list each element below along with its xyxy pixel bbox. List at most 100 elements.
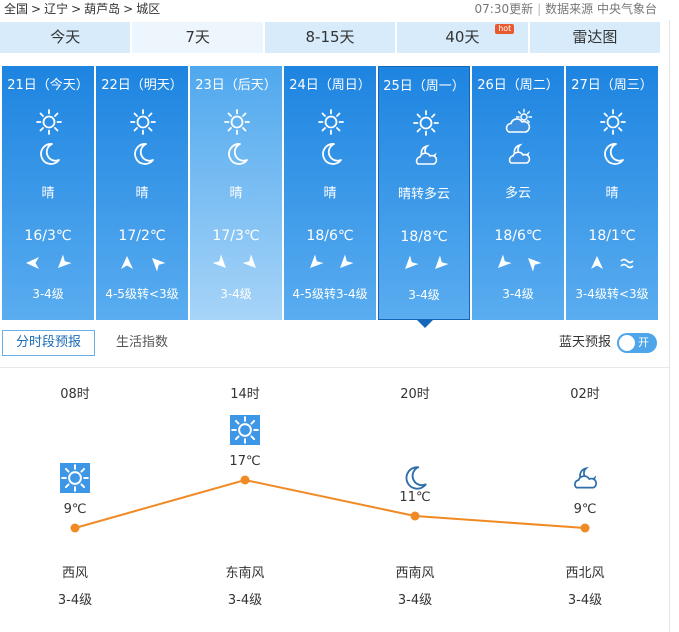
tab-hourly-forecast[interactable]: 分时段预报 [2, 330, 95, 356]
wind-arrow-icon [620, 258, 634, 269]
day-temperature: 17/2℃ [118, 228, 166, 244]
wind-arrow-icon [498, 254, 512, 268]
moon-icon [599, 140, 627, 168]
sub-tabs: 分时段预报 生活指数 蓝天预报 开 [0, 330, 679, 358]
day-wind-level: 3-4级 [408, 288, 440, 302]
day-date: 23日（后天） [195, 78, 277, 93]
day-weather: 晴 [135, 186, 149, 201]
day-temperature: 18/1℃ [588, 228, 636, 244]
hour-temperature: 9℃ [573, 502, 597, 517]
tab-radar[interactable]: 雷达图 [529, 22, 661, 53]
update-info: 07:30更新 | 数据来源 中央气象台 [475, 0, 657, 18]
day-card[interactable]: 23日（后天） 晴 17/3℃ 3-4级 [190, 66, 282, 320]
wind-arrow-icon [340, 254, 354, 268]
day-date: 27日（周三） [571, 78, 653, 93]
breadcrumb-separator: > [123, 2, 134, 16]
wind-direction [190, 254, 282, 276]
day-date: 25日（周一） [383, 79, 465, 94]
hot-badge: hot [495, 24, 515, 34]
wind-arrow-icon [26, 257, 39, 269]
tab-40day-label: 40天 [445, 28, 480, 46]
day-weather: 晴转多云 [397, 187, 450, 202]
day-temperature: 16/3℃ [24, 228, 72, 244]
moon-icon [223, 140, 251, 168]
hour-time: 14时 [230, 387, 260, 402]
day-card[interactable]: 24日（周日） 晴 18/6℃ 4-5级转3-4级 [284, 66, 376, 320]
hour-wind: 东南风 [225, 566, 265, 581]
moon-cloud-icon [505, 140, 533, 168]
breadcrumb-separator: > [31, 2, 42, 16]
temperature-point [240, 475, 250, 485]
wind-direction [566, 254, 658, 276]
hour-wind-level: 3-4级 [57, 593, 93, 608]
sun-icon [60, 463, 90, 493]
day-temperature: 18/6℃ [494, 228, 542, 244]
wind-arrow-icon [435, 255, 449, 269]
day-date: 26日（周二） [477, 78, 559, 93]
hour-wind-level: 3-4级 [567, 593, 603, 608]
sun-icon [230, 415, 260, 445]
tab-life-index[interactable]: 生活指数 [116, 330, 168, 356]
wind-direction [379, 255, 469, 277]
moon-icon [317, 140, 345, 168]
day-card[interactable]: 25日（周一） 晴转多云 18/8℃ 3-4级 [378, 66, 470, 328]
wind-arrow-icon [591, 256, 603, 269]
sun-icon [129, 108, 157, 136]
data-source: 数据来源 中央气象台 [545, 2, 657, 16]
day-date: 24日（周日） [289, 78, 371, 93]
hour-temperature: 17℃ [229, 454, 261, 469]
hour-wind-level: 3-4级 [397, 593, 433, 608]
breadcrumb-city[interactable]: 葫芦岛 [84, 2, 120, 16]
temperature-point [70, 523, 80, 533]
temperature-point [580, 523, 590, 533]
moon-icon [129, 140, 157, 168]
sun-icon [412, 109, 440, 137]
hour-time: 20时 [400, 387, 430, 402]
sun-icon [599, 108, 627, 136]
breadcrumb-national[interactable]: 全国 [4, 2, 28, 16]
tab-8-15day[interactable]: 8-15天 [264, 22, 396, 53]
day-wind-level: 3-4级转<3级 [575, 287, 649, 301]
hour-temperature: 9℃ [63, 502, 87, 517]
day-weather: 多云 [504, 186, 531, 201]
day-wind-level: 3-4级 [220, 287, 252, 301]
blue-sky-toggle[interactable]: 开 [617, 333, 657, 353]
tab-40day[interactable]: 40天 hot [397, 22, 528, 53]
day-card[interactable]: 22日（明天） 晴 17/2℃ 4-5级转<3级 [96, 66, 188, 320]
day-temperature: 18/8℃ [400, 229, 448, 245]
tab-7day[interactable]: 7天 [132, 22, 263, 53]
day-wind-level: 3-4级 [502, 287, 534, 301]
wind-arrow-icon [405, 255, 419, 269]
toggle-label: 开 [638, 336, 649, 349]
wind-arrow-icon [310, 254, 324, 268]
moon-icon [400, 463, 430, 493]
day-weather: 晴 [229, 186, 243, 201]
moon-icon [35, 140, 63, 168]
hourly-forecast: 08时 9℃ 西风 3-4级 14时 17℃ 东南风 3-4级 20时 11℃ 西南风 3-4级 02时… [0, 370, 670, 632]
breadcrumb-province[interactable]: 辽宁 [44, 2, 68, 16]
wind-arrow-icon [152, 258, 166, 272]
day-wind-level: 3-4级 [32, 287, 64, 301]
day-weather: 晴 [323, 186, 337, 201]
day-card[interactable]: 21日（今天） 晴 16/3℃ 3-4级 [2, 66, 94, 320]
hour-time: 02时 [570, 387, 600, 402]
breadcrumb-district: 城区 [136, 2, 161, 16]
moon-cloud-icon [412, 141, 440, 169]
day-weather: 晴 [41, 186, 55, 201]
wind-direction [96, 254, 188, 276]
tab-today[interactable]: 今天 [0, 22, 131, 53]
blue-sky-forecast: 蓝天预报 开 [559, 332, 657, 354]
sun-cloud-icon [505, 108, 533, 136]
blue-sky-label: 蓝天预报 [558, 335, 611, 350]
day-temperature: 17/3℃ [212, 228, 260, 244]
temperature-line [74, 478, 586, 529]
wind-direction [284, 254, 376, 276]
day-card[interactable]: 27日（周三） 晴 18/1℃ 3-4级转<3级 [566, 66, 658, 320]
breadcrumb-separator: > [71, 2, 82, 16]
hour-wind: 西北风 [565, 566, 605, 581]
day-date: 22日（明天） [101, 78, 183, 93]
forecast-tabs: 今天 7天 8-15天 40天 hot 雷达图 [0, 22, 661, 54]
divider [0, 367, 670, 368]
hour-wind: 西南风 [395, 566, 435, 581]
day-card[interactable]: 26日（周二） 多云 18/6℃ 3-4级 [472, 66, 564, 320]
